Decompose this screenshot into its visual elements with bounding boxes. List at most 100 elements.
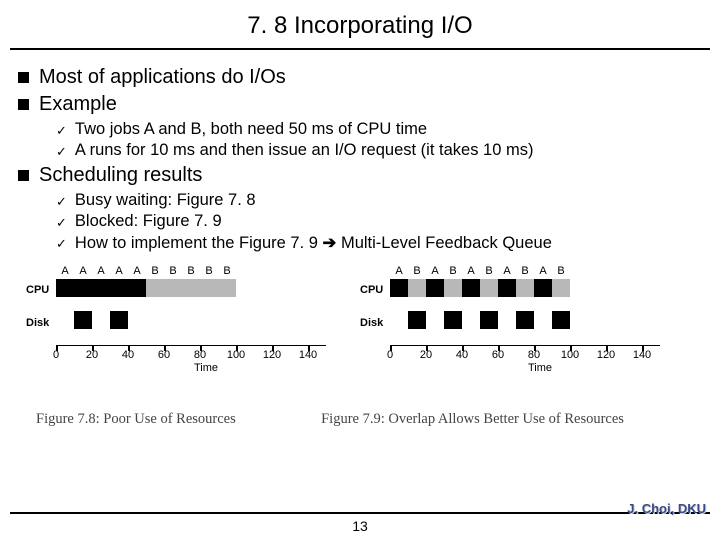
bars-78 xyxy=(56,279,236,343)
seg-empty xyxy=(390,311,408,329)
bullet-3c-pre: How to implement the Figure 7. 9 xyxy=(75,234,323,252)
job-label: A xyxy=(128,265,146,277)
chart-7-9: A B A B A B A B A B CPU Disk xyxy=(360,263,694,383)
job-label: A xyxy=(92,265,110,277)
check-icon: ✓ xyxy=(56,194,67,210)
job-label: A xyxy=(74,265,92,277)
job-label: B xyxy=(200,265,218,277)
disk-label: Disk xyxy=(26,318,49,329)
xaxis-line xyxy=(390,345,660,346)
seg-empty xyxy=(56,311,74,329)
seg-a xyxy=(74,311,92,329)
top-labels-78: A A A A A B B B B B xyxy=(56,265,236,277)
job-label: A xyxy=(462,265,480,277)
seg-a xyxy=(444,311,462,329)
seg-b xyxy=(552,279,570,297)
xtick: 100 xyxy=(227,349,245,361)
xaxis-78: 0 20 40 60 80 100 120 140 Time xyxy=(41,345,341,374)
bullet-3: Scheduling results xyxy=(18,164,702,187)
job-label: B xyxy=(480,265,498,277)
seg-empty xyxy=(534,311,552,329)
xtick: 140 xyxy=(633,349,651,361)
figure-7-9: A B A B A B A B A B CPU Disk xyxy=(360,263,694,383)
bullet-3a: ✓ Busy waiting: Figure 7. 8 xyxy=(56,191,702,210)
job-label: B xyxy=(516,265,534,277)
seg-a xyxy=(516,311,534,329)
slide-body: Most of applications do I/Os Example ✓ T… xyxy=(0,50,720,428)
top-labels-79: A B A B A B A B A B xyxy=(390,265,570,277)
bullet-2: Example xyxy=(18,93,702,116)
xtick: 80 xyxy=(528,349,540,361)
xtick: 140 xyxy=(299,349,317,361)
job-label: A xyxy=(426,265,444,277)
disk-label: Disk xyxy=(360,318,383,329)
xaxis-title: Time xyxy=(71,362,341,374)
bullet-3c: ✓ How to implement the Figure 7. 9 ➔ Mul… xyxy=(56,233,702,253)
xtick: 100 xyxy=(561,349,579,361)
xtick: 120 xyxy=(263,349,281,361)
seg-a xyxy=(552,311,570,329)
check-icon: ✓ xyxy=(56,236,67,252)
slide-title: 7. 8 Incorporating I/O xyxy=(10,0,710,50)
seg-b xyxy=(444,279,462,297)
bullet-2-text: Example xyxy=(39,93,117,116)
check-icon: ✓ xyxy=(56,144,67,160)
square-bullet-icon xyxy=(18,170,29,181)
page-number: 13 xyxy=(0,518,720,534)
seg-b xyxy=(408,279,426,297)
bullet-3c-post: Multi-Level Feedback Queue xyxy=(336,234,552,252)
disk-row xyxy=(56,311,236,329)
xtick: 40 xyxy=(122,349,134,361)
seg-empty xyxy=(462,311,480,329)
bullet-3a-text: Busy waiting: Figure 7. 8 xyxy=(75,191,256,210)
cpu-label: CPU xyxy=(26,285,49,296)
figure-7-8: A A A A A B B B B B CPU Disk xyxy=(26,263,360,383)
bullet-3b-text: Blocked: Figure 7. 9 xyxy=(75,212,222,231)
footer-divider xyxy=(10,512,710,514)
bullet-1-text: Most of applications do I/Os xyxy=(39,66,286,89)
job-label: B xyxy=(164,265,182,277)
job-label: B xyxy=(182,265,200,277)
xaxis-title: Time xyxy=(405,362,675,374)
xtick: 80 xyxy=(194,349,206,361)
job-label: A xyxy=(534,265,552,277)
xtick: 120 xyxy=(597,349,615,361)
seg-a xyxy=(56,279,146,297)
cpu-label: CPU xyxy=(360,285,383,296)
seg-empty xyxy=(92,311,110,329)
bars-79 xyxy=(390,279,570,343)
job-label: B xyxy=(408,265,426,277)
bullet-3c-text: How to implement the Figure 7. 9 ➔ Multi… xyxy=(75,233,552,253)
job-label: B xyxy=(218,265,236,277)
seg-a xyxy=(408,311,426,329)
xtick: 60 xyxy=(492,349,504,361)
disk-row xyxy=(390,311,570,329)
seg-b xyxy=(516,279,534,297)
captions-row: Figure 7.8: Poor Use of Resources Figure… xyxy=(18,383,702,428)
job-label: B xyxy=(146,265,164,277)
bullet-3-text: Scheduling results xyxy=(39,164,202,187)
seg-empty xyxy=(426,311,444,329)
xtick: 60 xyxy=(158,349,170,361)
bullet-2b: ✓ A runs for 10 ms and then issue an I/O… xyxy=(56,141,702,160)
job-label: B xyxy=(444,265,462,277)
xtick: 20 xyxy=(86,349,98,361)
square-bullet-icon xyxy=(18,99,29,110)
job-label: A xyxy=(390,265,408,277)
xaxis-line xyxy=(56,345,326,346)
xtick: 0 xyxy=(387,349,393,361)
seg-b xyxy=(146,279,236,297)
xtick: 20 xyxy=(420,349,432,361)
job-label: A xyxy=(56,265,74,277)
xtick: 40 xyxy=(456,349,468,361)
caption-7-9: Figure 7.9: Overlap Allows Better Use of… xyxy=(321,411,684,428)
author-label: J. Choi, DKU xyxy=(627,501,706,516)
bullet-2a-text: Two jobs A and B, both need 50 ms of CPU… xyxy=(75,120,427,139)
seg-a xyxy=(534,279,552,297)
seg-a xyxy=(480,311,498,329)
xtick: 0 xyxy=(53,349,59,361)
check-icon: ✓ xyxy=(56,215,67,231)
job-label: A xyxy=(110,265,128,277)
chart-7-8: A A A A A B B B B B CPU Disk xyxy=(26,263,360,383)
bullet-2b-text: A runs for 10 ms and then issue an I/O r… xyxy=(75,141,534,160)
